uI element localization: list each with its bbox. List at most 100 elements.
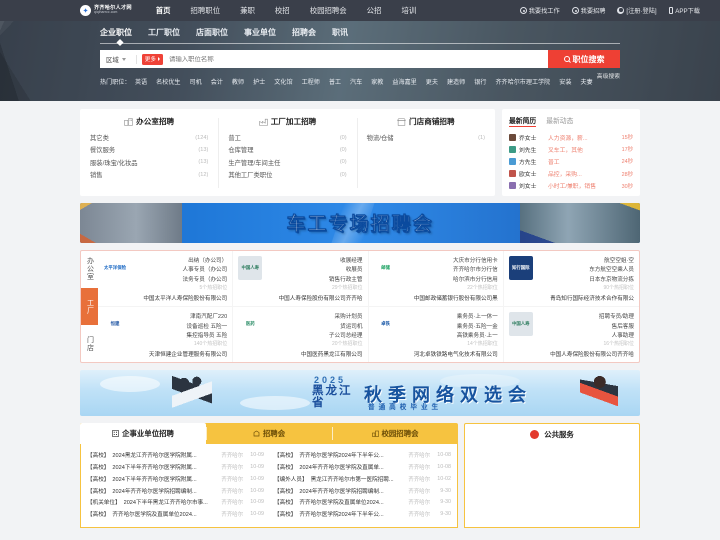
announcement-item[interactable]: 【高校】 齐齐哈尔医学院2024年下半年公... 齐齐哈尔 9-30 [274,508,451,520]
hot-tag-4[interactable]: 教师 [227,77,248,86]
resume-time: 17秒 [621,147,633,154]
resume-row[interactable]: 欧女士 品控，采购... 28秒 [509,168,633,180]
resume-row[interactable]: 刘女士 小时工/兼职，销售 30秒 [509,180,633,192]
category-title-shop: 门店商铺招聘 [409,117,455,126]
category-title-factory: 工厂加工招聘 [270,117,317,126]
topnav-item-0[interactable]: 首页 [146,5,181,16]
site-logo[interactable]: ✦ 齐齐哈尔人才网 qiqiharrcc.com [80,5,132,16]
announcement-item[interactable]: 【高校】 2024下半年齐齐哈尔医学院附属... 齐齐哈尔 10-09 [87,461,264,473]
topnav-item-4[interactable]: 校园招聘会 [300,5,357,16]
tab-public-service[interactable]: 公共服务 [464,423,640,445]
find-job-button[interactable]: 我要找工作 [514,6,566,15]
topnav-item-1[interactable]: 招聘职位 [181,5,231,16]
company-cell[interactable]: 知行国际 航空空姐·空 东方航空空乘人员 日本东京物流分拣 90个热招职位 青岛… [503,251,639,308]
company-job: 法务专员（办公司 [182,276,228,283]
company-job-count: 140个热招职位 [193,341,228,348]
category-item[interactable]: 普工 (0) [228,133,346,143]
app-download-label: APP下载 [675,8,700,15]
tab-latest-activity[interactable]: 最新动态 [546,115,573,127]
advanced-search-link[interactable]: 高级搜索 [597,71,620,80]
announcement-item[interactable]: 【高校】 2024年齐齐哈尔医学院及直属单... 齐齐哈尔 10-08 [274,461,451,473]
announcement-item[interactable]: 【编外人员】 黑龙江齐齐哈尔市第一医院招聘... 齐齐哈尔 10-02 [274,473,451,485]
category-item[interactable]: 其它类 (124) [90,133,208,143]
vtab-store[interactable]: 门店 [81,325,98,362]
hot-tag-11[interactable]: 益海嘉里 [388,77,421,86]
company-cell[interactable]: 恒建 津南汽配厂220 设备巡检 五险一 集控指导员 五险 140个热招职位 天… [98,307,234,363]
subnav-item-4[interactable]: 招聘会 [284,27,324,38]
hot-tag-5[interactable]: 护士 [249,77,270,86]
hot-tag-9[interactable]: 汽车 [346,77,367,86]
company-cell[interactable]: 中国人寿 招聘专员/助理 售后客服 人事助理 16个热招职位 中国人寿保险股份有… [504,307,639,362]
announcement-date: 10-09 [250,511,264,518]
tab-enterprise-recruitment[interactable]: 企事业单位招聘 [80,423,206,445]
post-job-button[interactable]: 我要招聘 [566,6,612,15]
resume-row[interactable]: 方先生 普工 24秒 [509,155,633,167]
company-job-count: 29个热招职位 [331,285,363,292]
category-item[interactable]: 销售 (12) [90,170,208,180]
hot-tag-6[interactable]: 文化馆 [270,77,297,86]
vtab-office[interactable]: 办公室 [81,251,98,288]
resume-row[interactable]: 乔女士 人力资源，薪... 15秒 [509,131,633,143]
search-input[interactable] [168,55,542,63]
register-login-button[interactable]: [注册·登陆] [611,6,662,15]
top-navigation-bar: ✦ 齐齐哈尔人才网 qiqiharrcc.com 首页 招聘职位 兼职 校招 校… [0,0,720,21]
region-select[interactable]: 区域 [106,55,131,64]
avatar [509,170,516,178]
hot-tag-10[interactable]: 家教 [367,77,388,86]
company-cell[interactable]: 医药 采购计划员 货运司机 子公司总经理 20个热招职位 中国医药黑龙江有限公司 [233,307,369,363]
category-item[interactable]: 物流/仓储 (1) [367,133,485,143]
search-submit-button[interactable]: 职位搜索 [548,50,620,68]
announcement-item[interactable]: 【高校】 齐齐哈尔医学院及直属单位2024... 齐齐哈尔 10-09 [87,508,264,520]
more-filter-button[interactable]: 更多 [141,53,163,65]
tab-campus-fair[interactable]: 校园招聘会 [332,423,458,444]
banner-autumn-online-fair[interactable]: 2025 黑龙江省 秋季网络双选会 普通高校毕业生 [80,370,640,417]
company-cell[interactable]: 太平洋保险 出纳（办公司） 人事专员（办公司 法务专员（办公司 5个热招职位 中… [98,250,234,308]
subnav-item-1[interactable]: 工厂职位 [140,27,188,38]
company-grid: 太平洋保险 出纳（办公司） 人事专员（办公司 法务专员（办公司 5个热招职位 中… [98,250,639,363]
category-item[interactable]: 餐饮服务 (13) [90,145,208,155]
topnav-item-6[interactable]: 培训 [391,5,426,16]
resume-row[interactable]: 刘先生 叉车工，其他 17秒 [509,143,633,155]
hot-tag-14[interactable]: 银行 [470,77,491,86]
category-item[interactable]: 服装/珠宝/化妆品 (13) [90,158,208,167]
announcement-item[interactable]: 【高校】 2024年齐齐哈尔医学院招聘编制... 齐齐哈尔 10-09 [87,485,264,497]
company-cell[interactable]: 中国人寿 收展经理 收展员 销售行政主管 29个热招职位 中国人寿保险股份有限公… [233,250,369,308]
find-job-label: 我要找工作 [528,8,560,15]
company-cell[interactable]: 卓铁 乘务员·上一休一 乘务员·五险一金 高铁乘务员·上一 14个热招职位 河北… [369,307,504,363]
hot-tag-2[interactable]: 司机 [185,77,206,86]
announcement-item[interactable]: 【高校】 2024黑龙江齐齐哈尔医学院附属... 齐齐哈尔 10-09 [87,449,264,461]
company-cell[interactable]: 邮储 大庆市分行信用卡 齐齐哈尔市分行信 哈尔滨市分行信用 22个热招职位 中国… [368,250,504,308]
category-item[interactable]: 生产管理/车间主任 (0) [228,158,346,167]
app-download-button[interactable]: APP下载 [663,6,706,15]
subnav-item-5[interactable]: 职讯 [324,27,356,38]
banner-lathe-job-fair[interactable]: 车工专场招聘会 [80,202,640,243]
announcement-item[interactable]: 【机关单位】 2024下半年黑龙江齐齐哈尔市事... 齐齐哈尔 10-09 [87,496,264,508]
hot-tag-15[interactable]: 齐齐哈尔市理工学院 [491,77,555,86]
subnav-item-2[interactable]: 店面职位 [188,27,236,38]
hot-tag-16[interactable]: 安装 [555,77,576,86]
hot-tag-8[interactable]: 普工 [324,77,345,86]
subnav-item-0[interactable]: 企业职位 [100,27,140,38]
announcement-item[interactable]: 【高校】 齐齐哈尔医学院及直属单位2024... 齐齐哈尔 9-30 [274,496,451,508]
hot-tag-0[interactable]: 英语 [130,77,151,86]
announcement-item[interactable]: 【高校】 齐齐哈尔医学院2024年下半年公... 齐齐哈尔 10-08 [274,449,451,461]
topnav-item-2[interactable]: 兼职 [230,5,265,16]
hot-tag-13[interactable]: 建造师 [442,77,469,86]
tab-latest-resume[interactable]: 最新简历 [509,115,537,128]
announcement-item[interactable]: 【高校】 2024年齐齐哈尔医学院招聘编制... 齐齐哈尔 9-30 [274,485,451,497]
resume-name: 刘女士 [519,184,537,191]
category-item[interactable]: 其他工厂类职位 (0) [228,170,346,180]
hot-tag-3[interactable]: 会计 [206,77,227,86]
topnav-item-5[interactable]: 公招 [357,5,392,16]
hot-tag-17[interactable]: 夫妻 [576,77,597,86]
vtab-factory[interactable]: 工厂 [81,288,98,326]
hot-tag-1[interactable]: 名校优生 [152,77,185,86]
topnav-item-3[interactable]: 校招 [265,5,300,16]
hot-tag-12[interactable]: 更夫 [421,77,442,86]
tab-job-fair[interactable]: 招聘会 [206,423,332,444]
category-item[interactable]: 仓库管理 (0) [228,145,346,155]
hot-tag-7[interactable]: 工程师 [297,77,324,86]
announcement-item[interactable]: 【高校】 2024下半年齐齐哈尔医学院附属... 齐齐哈尔 10-09 [87,473,264,485]
chevron-right-icon [157,57,160,61]
subnav-item-3[interactable]: 事业单位 [236,27,284,38]
